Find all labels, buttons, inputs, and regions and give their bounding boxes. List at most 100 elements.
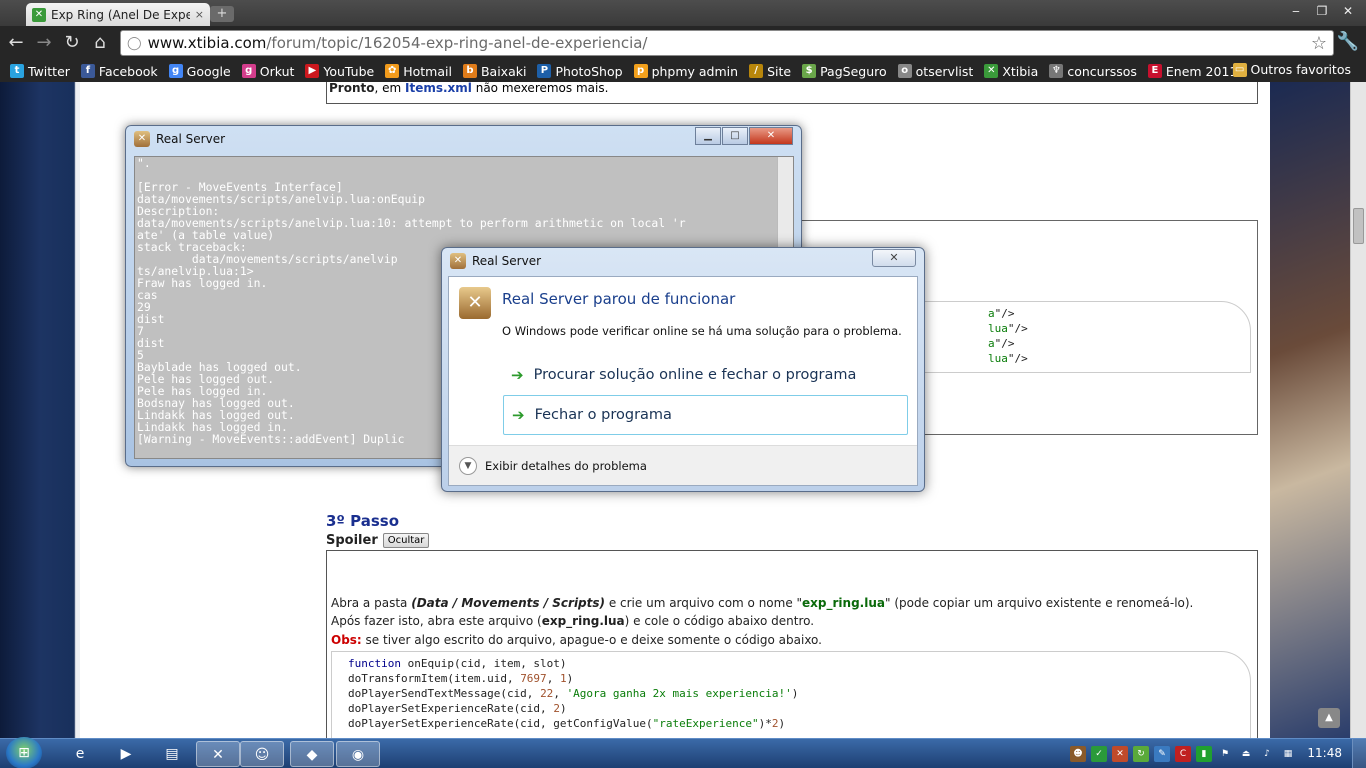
photoshop-icon: P [537, 64, 552, 78]
browser-tab[interactable]: ✕ Exp Ring (Anel De Experien × [26, 3, 210, 26]
taskbar-clock[interactable]: 11:48 [1307, 746, 1342, 760]
bookmark-orkut[interactable]: g Orkut [238, 64, 302, 79]
crash-dialog[interactable]: ✕ Real Server ✕ ✕ Real Server parou de f… [441, 247, 925, 492]
code-line: doPlayerSetExperienceRate(cid, getConfig… [348, 716, 1250, 731]
game-client-taskbar-icon[interactable]: ◆ [290, 741, 334, 767]
code-text: , [553, 687, 567, 700]
lua-code-block[interactable]: function onEquip(cid, item, slot) doTran… [331, 651, 1251, 738]
close-program-option[interactable]: ➔ Fechar o programa [503, 395, 908, 435]
bookmark-google[interactable]: g Google [165, 64, 238, 79]
tray-xampp-icon[interactable]: ✕ [1112, 746, 1128, 762]
tray-app-icon[interactable]: ☻ [1070, 746, 1086, 762]
dialog-body: ✕ Real Server parou de funcionar O Windo… [448, 276, 918, 486]
bookmark-label: Enem 2011 [1165, 63, 1238, 79]
home-icon[interactable]: ⌂ [86, 29, 114, 57]
back-arrow-icon[interactable]: ← [2, 29, 30, 57]
media-player-icon[interactable]: ▶ [104, 741, 148, 767]
bookmark-baixaki[interactable]: b Baixaki [459, 64, 533, 79]
bookmark-youtube[interactable]: ▶ YouTube [301, 64, 381, 79]
bookmark-twitter[interactable]: t Twitter [6, 64, 77, 79]
instruction-line-3: Obs: se tiver algo escrito do arquivo, a… [331, 633, 822, 647]
number: 2 [553, 702, 560, 715]
maximize-button[interactable]: ❐ [1310, 2, 1334, 20]
system-tray: ☻ ✓ ✕ ↻ ✎ C ▮ ⚑ ⏏ ♪ ▦ [1070, 746, 1296, 762]
window-controls: ‒ ❐ ✕ [1284, 2, 1360, 20]
text: Abra a pasta [331, 596, 412, 610]
dialog-close-button[interactable]: ✕ [872, 249, 916, 267]
back-to-top-icon[interactable]: ▲ [1318, 708, 1340, 728]
show-desktop-button[interactable] [1352, 739, 1366, 768]
filename: exp_ring.lua [802, 596, 885, 610]
chrome-taskbar-icon[interactable]: ◉ [336, 741, 380, 767]
close-window-button[interactable]: ✕ [1336, 2, 1360, 20]
console-close-button[interactable]: ✕ [749, 127, 793, 145]
other-bookmarks[interactable]: ▭ Outros favoritos [1229, 62, 1358, 77]
xtibia-icon: ✕ [984, 64, 999, 78]
tray-sync-icon[interactable]: ↻ [1133, 746, 1149, 762]
bookmark-star-icon[interactable]: ☆ [1311, 33, 1327, 54]
console-title: Real Server [156, 132, 226, 146]
hide-spoiler-button[interactable]: Ocultar [382, 533, 430, 548]
bookmark-otservlist[interactable]: o otservlist [894, 64, 981, 79]
reload-icon[interactable]: ↻ [58, 29, 86, 57]
text: e crie um arquivo com o nome " [605, 596, 803, 610]
filename: exp_ring.lua [541, 614, 625, 628]
internet-explorer-icon[interactable]: e [58, 741, 102, 767]
bookmark-pagseguro[interactable]: $ PagSeguro [798, 64, 894, 79]
bookmark-label: Twitter [28, 63, 70, 79]
code-line: doPlayerSendTextMessage(cid, 22, 'Agora … [348, 686, 1250, 701]
top-line-mid: , em [374, 82, 405, 95]
tab-strip: ✕ Exp Ring (Anel De Experien × + ‒ ❐ ✕ [0, 0, 1366, 26]
tray-edit-icon[interactable]: ✎ [1154, 746, 1170, 762]
instruction-line-2: Após fazer isto, abra este arquivo (exp_… [331, 614, 814, 628]
keyword: function [348, 657, 401, 670]
bookmark-concurssos[interactable]: ♆ concurssos [1045, 64, 1144, 79]
console-caption-buttons: ▁ □ ✕ [695, 127, 793, 145]
tray-ccleaner-icon[interactable]: C [1175, 746, 1191, 762]
address-bar[interactable]: ◯ www.xtibia.com/forum/topic/162054-exp-… [120, 30, 1334, 56]
details-label: Exibir detalhes do problema [485, 458, 647, 473]
dialog-app-icon: ✕ [450, 253, 466, 269]
enem-icon: E [1147, 64, 1162, 78]
spoiler-header: Spoiler Ocultar [326, 533, 430, 548]
check-online-option[interactable]: ➔ Procurar solução online e fechar o pro… [503, 355, 908, 395]
code-fragment-line: a"/> [988, 306, 1250, 321]
minimize-button[interactable]: ‒ [1284, 2, 1308, 20]
otservlist-icon: o [897, 64, 912, 78]
real-server-taskbar-icon[interactable]: ✕ [196, 741, 240, 767]
code-text: onEquip(cid, item, slot) [400, 657, 567, 670]
wrench-menu-icon[interactable]: 🔧 [1336, 30, 1360, 54]
bookmark-xtibia[interactable]: ✕ Xtibia [980, 64, 1045, 79]
network-icon[interactable]: ▦ [1280, 746, 1296, 762]
details-toggle[interactable]: ▼ Exibir detalhes do problema [449, 445, 917, 485]
bookmark-facebook[interactable]: f Facebook [77, 64, 165, 79]
forward-arrow-icon[interactable]: → [30, 29, 58, 57]
page-scrollbar[interactable] [1350, 82, 1366, 738]
console-maximize-button[interactable]: □ [722, 127, 748, 145]
text: Após fazer isto, abra este arquivo ( [331, 614, 542, 628]
volume-icon[interactable]: ♪ [1259, 746, 1275, 762]
tab-close-icon[interactable]: × [195, 8, 204, 21]
bookmark-label: Site [767, 63, 792, 79]
bookmark-photoshop[interactable]: P PhotoShop [533, 64, 629, 79]
file-explorer-icon[interactable]: ▤ [150, 741, 194, 767]
bookmark-hotmail[interactable]: ✿ Hotmail [381, 64, 459, 79]
start-button[interactable]: ⊞ [6, 737, 42, 768]
scrollbar-thumb[interactable] [1353, 208, 1364, 244]
bookmark-site[interactable]: / Site [745, 64, 798, 79]
tray-battery-icon[interactable]: ▮ [1196, 746, 1212, 762]
code-text: doTransformItem(item.uid, [348, 672, 521, 685]
step-title: 3º Passo [326, 512, 399, 530]
action-center-flag-icon[interactable]: ⚑ [1217, 746, 1233, 762]
messenger-taskbar-icon[interactable]: ☺ [240, 741, 284, 767]
console-minimize-button[interactable]: ▁ [695, 127, 721, 145]
bookmark-phpmy-admin[interactable]: p phpmy admin [630, 64, 746, 79]
spoiler-label: Spoiler [326, 533, 378, 548]
baixaki-icon: b [462, 64, 477, 78]
tray-check-icon[interactable]: ✓ [1091, 746, 1107, 762]
new-tab-button[interactable]: + [210, 6, 234, 22]
usb-device-icon[interactable]: ⏏ [1238, 746, 1254, 762]
string-fragment: lua [988, 352, 1008, 365]
google-icon: g [168, 64, 183, 78]
hotmail-icon: ✿ [385, 64, 400, 78]
